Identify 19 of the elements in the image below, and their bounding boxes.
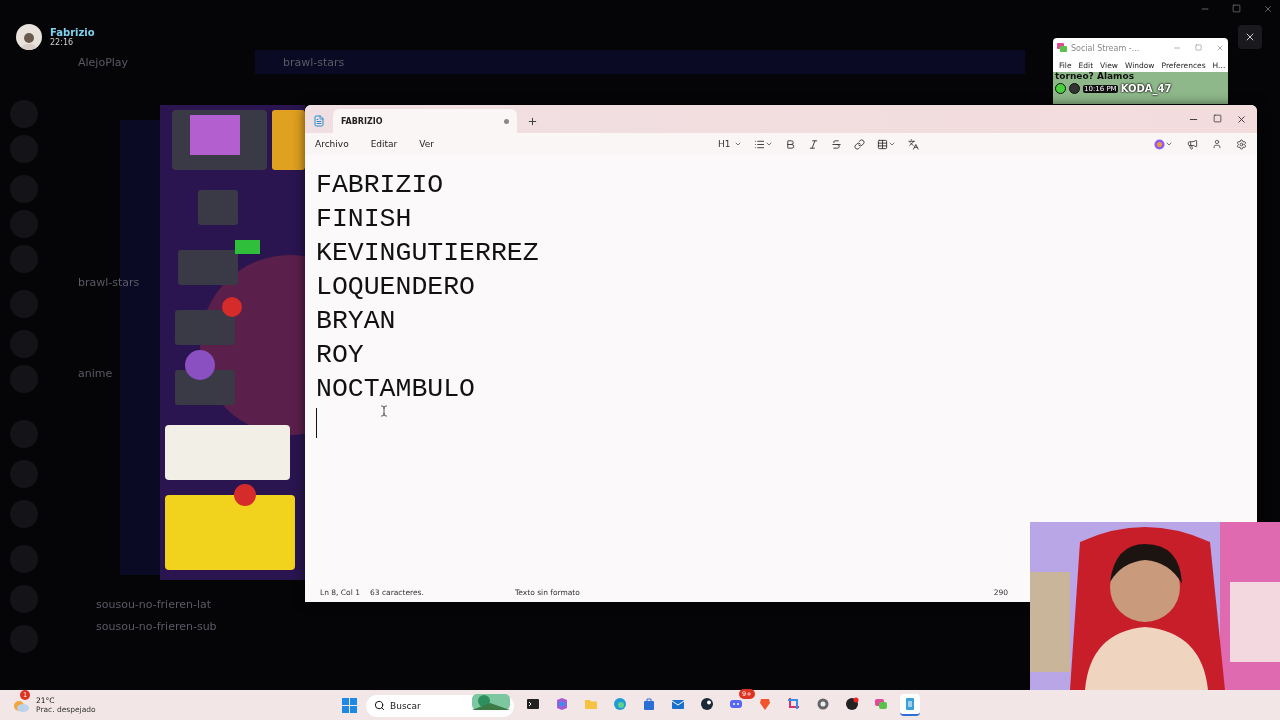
menu-item[interactable]: Editar xyxy=(370,139,398,149)
text-line: ROY xyxy=(316,339,365,372)
chat-message: torneo? Alamos xyxy=(1055,72,1135,80)
message-time: 22:16 xyxy=(50,38,75,47)
text-line: FINISH xyxy=(316,203,413,236)
text-line: KEVINGUTIERREZ xyxy=(316,237,540,270)
text-line: BRYAN xyxy=(316,305,397,338)
menu-item[interactable]: Ver xyxy=(419,139,434,149)
channel-title: brawl-stars xyxy=(283,56,345,69)
text-line: NOCTAMBULO xyxy=(316,373,477,406)
document-tab[interactable]: FABRIZIO xyxy=(333,109,517,133)
heading-dropdown[interactable]: H1 xyxy=(718,139,742,149)
sender-name: Fabrizio xyxy=(50,27,95,38)
text-line: LOQUENDERO xyxy=(316,271,477,304)
text-line: FABRIZIO xyxy=(316,169,445,202)
menu-item[interactable]: Archivo xyxy=(315,139,349,149)
username: KODA_47 xyxy=(1120,83,1172,94)
text-editor[interactable]: FABRIZIO FINISH KEVINGUTIERREZ LOQUENDERO BRYAN ROY NOCTAMBULO xyxy=(305,155,1257,583)
window-title: Social Stream -... xyxy=(1071,43,1140,53)
